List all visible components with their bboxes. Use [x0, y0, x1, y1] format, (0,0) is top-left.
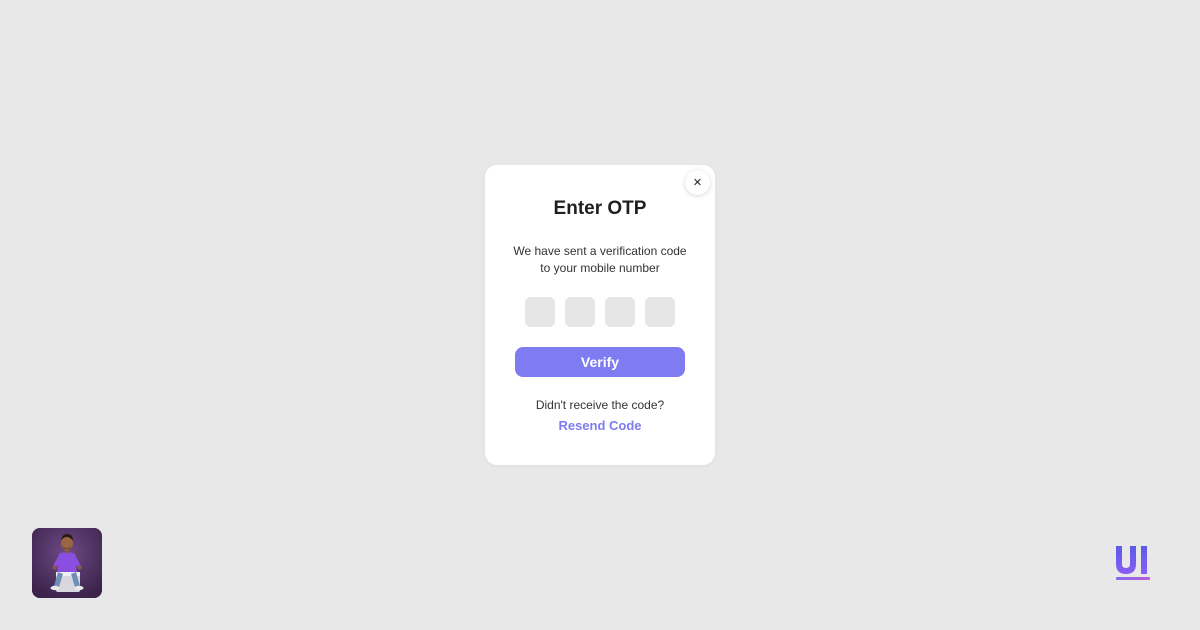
otp-modal: ✕ Enter OTP We have sent a verification …: [485, 165, 715, 465]
otp-digit-1[interactable]: [525, 297, 555, 327]
modal-subtitle: We have sent a verification code to your…: [513, 244, 687, 275]
close-icon: ✕: [692, 177, 703, 189]
close-button[interactable]: ✕: [685, 170, 710, 195]
ui-logo[interactable]: [1114, 544, 1152, 582]
page: ✕ Enter OTP We have sent a verification …: [0, 0, 1200, 630]
ui-logo-icon: [1116, 546, 1150, 580]
modal-title: Enter OTP: [553, 198, 647, 219]
resend-code-link[interactable]: Resend Code: [485, 418, 715, 434]
verify-button[interactable]: Verify: [515, 347, 685, 377]
otp-digit-4[interactable]: [645, 297, 675, 327]
otp-input-group: [525, 297, 675, 327]
user-avatar[interactable]: [32, 528, 102, 598]
avatar-illustration: [32, 528, 102, 598]
resend-prompt: Didn't receive the code?: [535, 398, 665, 412]
otp-digit-3[interactable]: [605, 297, 635, 327]
otp-digit-2[interactable]: [565, 297, 595, 327]
